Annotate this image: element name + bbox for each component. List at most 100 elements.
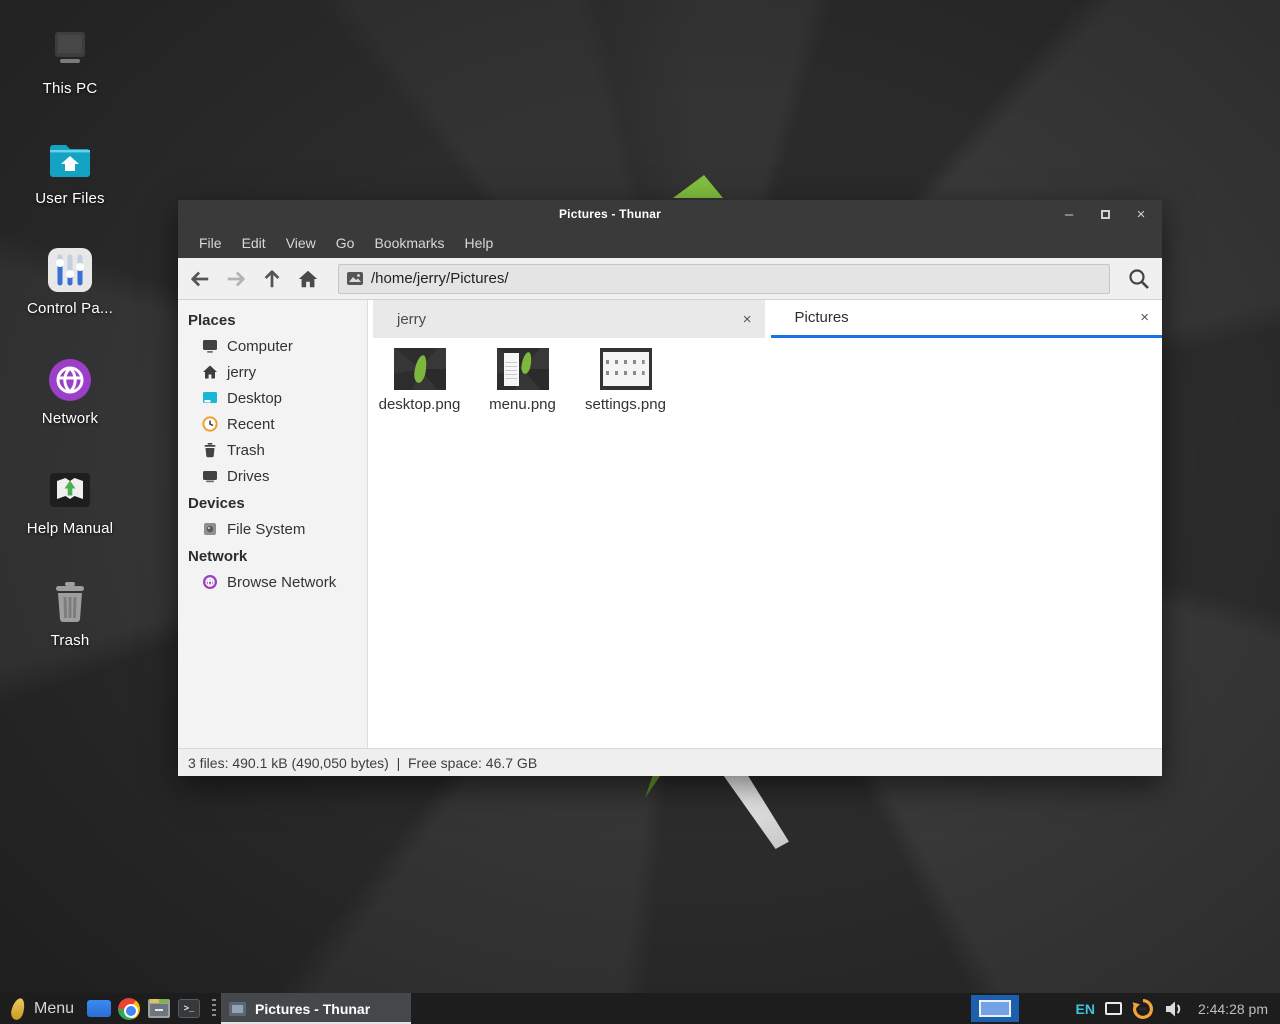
- sidebar-item-recent[interactable]: Recent: [178, 411, 367, 437]
- sidebar-item-browse-network[interactable]: Browse Network: [178, 569, 367, 595]
- desktop-icon-trash[interactable]: Trash: [20, 574, 120, 649]
- desktop-icon-label: This PC: [20, 80, 120, 97]
- keyboard-layout-indicator[interactable]: EN: [1075, 1001, 1094, 1017]
- up-button[interactable]: [254, 262, 290, 296]
- maximize-button[interactable]: [1094, 203, 1116, 225]
- sidebar-item-desktop[interactable]: Desktop: [178, 385, 367, 411]
- chrome-icon: [118, 998, 140, 1020]
- sidebar-item-computer[interactable]: Computer: [178, 333, 367, 359]
- recent-clock-icon: [202, 416, 218, 432]
- titlebar[interactable]: Pictures - Thunar – ×: [178, 200, 1162, 228]
- active-workspace[interactable]: [979, 1000, 1011, 1017]
- desktop-icon-label: Trash: [20, 632, 120, 649]
- desktop-icon-control-panel[interactable]: Control Pa...: [20, 242, 120, 317]
- back-button[interactable]: [182, 262, 218, 296]
- image-file-icon: [347, 272, 363, 285]
- home-icon: [202, 364, 218, 380]
- files-launcher-button[interactable]: [84, 993, 114, 1024]
- display-tray-icon[interactable]: [1105, 1002, 1122, 1015]
- thunar-window: Pictures - Thunar – × File Edit View Go …: [178, 200, 1162, 776]
- desktop-icon-this-pc[interactable]: This PC: [20, 22, 120, 97]
- terminal-icon: >_: [178, 999, 200, 1018]
- volume-icon[interactable]: [1164, 1000, 1184, 1018]
- user-files-folder-icon: [20, 132, 120, 188]
- window-title: Pictures - Thunar: [178, 200, 1042, 228]
- distro-logo-icon: [10, 996, 27, 1020]
- minimize-button[interactable]: –: [1058, 203, 1080, 225]
- files-icon: [87, 1000, 111, 1017]
- sidebar: Places Computer jerry Desktop Recent Tra…: [178, 300, 368, 748]
- wallpaper-green-sliver: [645, 776, 660, 798]
- path-field[interactable]: /home/jerry/Pictures/: [338, 264, 1110, 294]
- status-bar: 3 files: 490.1 kB (490,050 bytes) | Free…: [178, 748, 1162, 776]
- sidebar-item-drives[interactable]: Drives: [178, 463, 367, 489]
- file-system-drive-icon: [202, 521, 218, 537]
- desktop-icon: [202, 390, 218, 406]
- file-desktop-png[interactable]: desktop.png: [370, 346, 469, 413]
- status-text: 3 files: 490.1 kB (490,050 bytes) | Free…: [188, 755, 537, 771]
- tab-jerry[interactable]: jerry ×: [373, 300, 765, 338]
- file-cabinet-icon: [148, 999, 170, 1018]
- computer-icon: [202, 338, 218, 354]
- drives-icon: [202, 468, 218, 484]
- chrome-launcher-button[interactable]: [114, 993, 144, 1024]
- taskbar-clock[interactable]: 2:44:28 pm: [1198, 1001, 1268, 1017]
- sidebar-header-places: Places: [178, 306, 367, 333]
- sidebar-header-network: Network: [178, 542, 367, 569]
- tab-bar: jerry × Pictures ×: [368, 300, 1162, 338]
- desktop-icon-user-files[interactable]: User Files: [20, 132, 120, 207]
- menubar: File Edit View Go Bookmarks Help: [178, 228, 1162, 258]
- desktop-icon-network[interactable]: Network: [20, 352, 120, 427]
- menu-edit[interactable]: Edit: [233, 228, 275, 258]
- network-globe-icon: [20, 352, 120, 408]
- forward-button[interactable]: [218, 262, 254, 296]
- close-button[interactable]: ×: [1130, 203, 1152, 225]
- desktop-icon-help-manual[interactable]: Help Manual: [20, 462, 120, 537]
- tab-pictures[interactable]: Pictures ×: [771, 300, 1163, 338]
- terminal-launcher-button[interactable]: >_: [174, 993, 204, 1024]
- window-task-icon: [229, 1002, 246, 1016]
- menu-help[interactable]: Help: [456, 228, 503, 258]
- desktop-icon-label: Help Manual: [20, 520, 120, 537]
- search-icon: [1127, 267, 1151, 291]
- home-button[interactable]: [290, 262, 326, 296]
- update-sync-icon[interactable]: [1132, 998, 1154, 1020]
- maximize-icon: [1101, 210, 1110, 219]
- settings-png-thumbnail: [600, 348, 652, 390]
- network-globe-icon: [202, 574, 218, 590]
- menu-png-thumbnail: [497, 348, 549, 390]
- menu-button-label: Menu: [34, 1000, 74, 1018]
- help-manual-icon: [20, 462, 120, 518]
- home-icon: [297, 268, 319, 290]
- tab-close-icon[interactable]: ×: [1140, 309, 1149, 326]
- sidebar-item-trash[interactable]: Trash: [178, 437, 367, 463]
- back-arrow-icon: [189, 268, 211, 290]
- tasklist-handle[interactable]: [212, 999, 216, 1019]
- trash-icon: [202, 442, 218, 458]
- task-button-label: Pictures - Thunar: [255, 1001, 370, 1017]
- menu-button[interactable]: Menu: [6, 998, 84, 1020]
- forward-arrow-icon: [225, 268, 247, 290]
- file-manager-launcher-button[interactable]: [144, 993, 174, 1024]
- desktop-icon-label: User Files: [20, 190, 120, 207]
- desktop-icon-label: Network: [20, 410, 120, 427]
- file-menu-png[interactable]: menu.png: [473, 346, 572, 413]
- workspace-switcher[interactable]: [971, 995, 1019, 1022]
- menu-bookmarks[interactable]: Bookmarks: [365, 228, 453, 258]
- control-panel-icon: [20, 242, 120, 298]
- menu-view[interactable]: View: [277, 228, 325, 258]
- file-settings-png[interactable]: settings.png: [576, 346, 675, 413]
- sidebar-item-jerry-home[interactable]: jerry: [178, 359, 367, 385]
- menu-go[interactable]: Go: [327, 228, 364, 258]
- menu-file[interactable]: File: [190, 228, 231, 258]
- tab-close-icon[interactable]: ×: [743, 311, 752, 328]
- sidebar-item-file-system[interactable]: File System: [178, 516, 367, 542]
- desktop-icon-label: Control Pa...: [20, 300, 120, 317]
- taskbar-window-button[interactable]: Pictures - Thunar: [221, 993, 411, 1024]
- file-view[interactable]: desktop.png menu.png settings.png: [368, 338, 1162, 748]
- search-button[interactable]: [1124, 263, 1154, 295]
- desktop-png-thumbnail: [394, 348, 446, 390]
- path-text: /home/jerry/Pictures/: [371, 270, 509, 287]
- trash-can-icon: [20, 574, 120, 630]
- sidebar-header-devices: Devices: [178, 489, 367, 516]
